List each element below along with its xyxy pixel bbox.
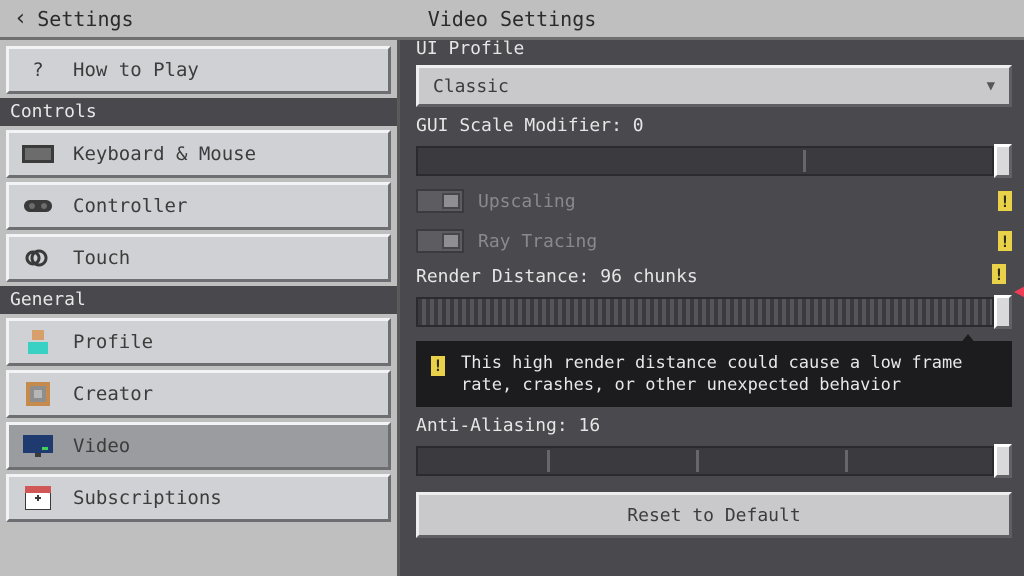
toggle-knob <box>442 193 460 209</box>
ui-profile-dropdown[interactable]: Classic ▼ <box>416 65 1012 107</box>
tooltip-arrow <box>959 334 977 345</box>
warning-icon: ! <box>998 191 1012 211</box>
sidebar: ? How to Play Controls Keyboard & Mouse … <box>0 40 400 576</box>
warning-icon: ! <box>431 356 445 376</box>
annotation-arrow <box>1014 230 1024 340</box>
slider-thumb[interactable] <box>994 295 1012 329</box>
chevron-left-icon: ‹ <box>14 6 27 31</box>
sidebar-item-label: Subscriptions <box>73 487 222 509</box>
back-label: Settings <box>37 7 133 31</box>
reset-to-default-button[interactable]: Reset to Default <box>416 492 1012 538</box>
creator-icon <box>21 381 55 407</box>
slider-track <box>416 146 994 176</box>
ui-profile-label: UI Profile <box>416 40 1012 59</box>
gui-scale-label: GUI Scale Modifier: 0 <box>416 115 1012 136</box>
profile-icon <box>21 329 55 355</box>
slider-track <box>416 297 994 327</box>
toggle-knob <box>442 233 460 249</box>
video-icon <box>21 433 55 459</box>
sidebar-item-controller[interactable]: Controller <box>6 182 391 230</box>
anti-aliasing-slider[interactable] <box>416 446 1012 476</box>
sidebar-item-label: Creator <box>73 383 153 405</box>
render-distance-warning-tooltip: ! This high render distance could cause … <box>416 341 1012 407</box>
sidebar-item-subscriptions[interactable]: Subscriptions <box>6 474 391 522</box>
upscaling-toggle[interactable] <box>416 189 464 213</box>
chevron-down-icon: ▼ <box>987 78 995 94</box>
sidebar-item-label: Controller <box>73 195 187 217</box>
question-icon: ? <box>21 57 55 83</box>
sidebar-group-controls: Controls <box>0 98 397 126</box>
keyboard-icon <box>21 141 55 167</box>
subscriptions-icon <box>21 485 55 511</box>
dropdown-value: Classic <box>433 76 509 97</box>
controller-icon <box>21 193 55 219</box>
sidebar-item-how-to-play[interactable]: ? How to Play <box>6 46 391 94</box>
slider-tick <box>845 450 848 472</box>
slider-tick <box>803 150 806 172</box>
page-title: Video Settings <box>0 7 1024 31</box>
warning-icon: ! <box>998 231 1012 251</box>
upscaling-row: Upscaling ! <box>416 184 1012 218</box>
sidebar-item-video[interactable]: Video <box>6 422 391 470</box>
render-distance-label: Render Distance: 96 chunks <box>416 266 1012 287</box>
sidebar-group-general: General <box>0 286 397 314</box>
gui-scale-slider[interactable] <box>416 146 1012 176</box>
anti-aliasing-label: Anti-Aliasing: 16 <box>416 415 1012 436</box>
sidebar-item-label: Profile <box>73 331 153 353</box>
slider-track <box>416 446 994 476</box>
slider-tick <box>696 450 699 472</box>
sidebar-item-touch[interactable]: Touch <box>6 234 391 282</box>
sidebar-item-label: Video <box>73 435 130 457</box>
sidebar-item-creator[interactable]: Creator <box>6 370 391 418</box>
warning-icon: ! <box>992 264 1006 284</box>
slider-thumb[interactable] <box>994 144 1012 178</box>
render-distance-slider[interactable] <box>416 297 1012 327</box>
touch-icon <box>21 245 55 271</box>
sidebar-item-profile[interactable]: Profile <box>6 318 391 366</box>
back-button[interactable]: ‹ Settings <box>0 6 134 31</box>
upscaling-label: Upscaling <box>478 191 576 212</box>
ray-tracing-toggle[interactable] <box>416 229 464 253</box>
ray-tracing-label: Ray Tracing <box>478 231 597 252</box>
sidebar-item-label: Keyboard & Mouse <box>73 143 256 165</box>
sidebar-item-label: How to Play <box>73 59 199 81</box>
slider-thumb[interactable] <box>994 444 1012 478</box>
slider-tick <box>547 450 550 472</box>
tooltip-text: This high render distance could cause a … <box>461 353 963 395</box>
button-label: Reset to Default <box>627 505 800 526</box>
settings-panel: FOV Can Be Altered By Gameplay UI Profil… <box>400 40 1024 576</box>
ray-tracing-row: Ray Tracing ! <box>416 224 1012 258</box>
sidebar-item-label: Touch <box>73 247 130 269</box>
sidebar-item-keyboard-mouse[interactable]: Keyboard & Mouse <box>6 130 391 178</box>
